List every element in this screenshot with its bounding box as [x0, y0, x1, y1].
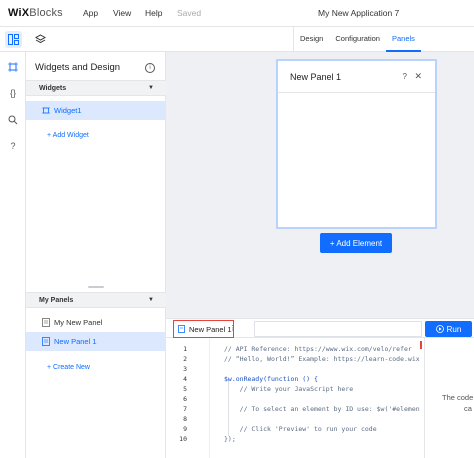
line-number: 5	[183, 385, 187, 393]
rail-code-button[interactable]: {}	[5, 85, 21, 101]
add-widget-link[interactable]: + Add Widget	[47, 132, 89, 139]
line-number: 3	[183, 365, 187, 373]
line-number: 4	[183, 375, 187, 383]
side-panel-text: The code	[442, 393, 474, 402]
code-line: });	[224, 435, 236, 443]
widget-frame-icon	[8, 62, 18, 72]
info-icon[interactable]: i	[145, 63, 155, 73]
layout-icon	[8, 34, 19, 45]
tab-panels[interactable]: Panels	[385, 27, 421, 52]
panel-title: Widgets and Design	[35, 62, 121, 73]
widgets-section-header[interactable]: Widgets ▼	[26, 80, 166, 96]
panel-item-label: My New Panel	[54, 318, 103, 327]
rail-widgets-button[interactable]	[5, 59, 21, 75]
panel-item-new-panel-1[interactable]: New Panel 1	[26, 332, 166, 351]
side-panel-text: ca	[464, 404, 472, 413]
help-icon[interactable]: ?	[403, 72, 407, 81]
code-file-tab-label: New Panel 1	[189, 325, 232, 334]
widget-frame-icon	[42, 107, 50, 114]
layers-icon	[35, 34, 46, 44]
left-icon-rail: {} ?	[0, 52, 26, 458]
search-icon	[8, 115, 18, 125]
code-line: // Click 'Preview' to run your code	[224, 425, 377, 433]
chevron-down-icon: ▼	[148, 297, 154, 303]
menu-help[interactable]: Help	[145, 8, 162, 18]
layers-button[interactable]	[32, 31, 49, 48]
line-number: 10	[179, 435, 187, 443]
add-element-button[interactable]: + Add Element	[320, 233, 392, 253]
section-resize-handle[interactable]	[88, 286, 104, 288]
chevron-down-icon: ▼	[148, 85, 154, 91]
line-number: 2	[183, 355, 187, 363]
code-line: // Write your JavaScript here	[224, 385, 354, 393]
rail-search-button[interactable]	[5, 112, 21, 128]
widgets-panel-toggle[interactable]	[5, 31, 22, 48]
panel-item-my-new-panel[interactable]: My New Panel	[26, 313, 166, 332]
code-side-panel: The code ca	[424, 338, 474, 458]
code-braces-icon: {}	[9, 88, 16, 98]
code-editor[interactable]: 1 2 3 4 5 6 7 8 9 10 // API Reference: h…	[166, 338, 424, 458]
line-number: 9	[183, 425, 187, 433]
panel-file-icon	[42, 337, 50, 346]
play-icon	[435, 325, 444, 333]
code-line: // API Reference: https://www.wix.com/ve…	[224, 345, 412, 353]
line-number: 7	[183, 405, 187, 413]
widgets-section-label: Widgets	[39, 85, 67, 92]
panel-item-label: New Panel 1	[54, 337, 97, 346]
editor-tabs: Design Configuration Panels	[293, 27, 421, 52]
wix-blocks-logo[interactable]: WiXBlocks	[8, 7, 63, 19]
app-title[interactable]: My New Application 7	[318, 8, 399, 18]
menu-app[interactable]: App	[83, 8, 98, 18]
panel-preview[interactable]: New Panel 1 ? ✕	[276, 59, 437, 229]
panel-preview-title: New Panel 1	[290, 72, 342, 82]
panel-header-divider	[278, 92, 435, 93]
create-new-panel-link[interactable]: + Create New	[47, 364, 90, 371]
widget-item-widget1[interactable]: Widget1	[26, 101, 166, 120]
code-line: $w.onReady(function () {	[224, 375, 318, 383]
line-number-gutter: 1 2 3 4 5 6 7 8 9 10	[166, 338, 210, 458]
design-canvas[interactable]: New Panel 1 ? ✕ + Add Element	[166, 52, 474, 318]
widgets-and-design-panel: Widgets and Design i Widgets ▼ Widget1 +…	[26, 52, 166, 458]
rail-help-button[interactable]: ?	[5, 138, 21, 154]
line-number: 6	[183, 395, 187, 403]
tab-design[interactable]: Design	[294, 27, 329, 52]
code-file-tab[interactable]: New Panel 1 ⋮	[173, 320, 236, 338]
code-search-input[interactable]	[254, 321, 422, 337]
saved-status: Saved	[177, 8, 202, 18]
code-error-marker	[420, 341, 422, 349]
code-line: // To select an element by ID use: $w('#…	[224, 405, 420, 413]
close-icon[interactable]: ✕	[414, 71, 422, 82]
top-bar: WiXBlocks App View Help Saved My New App…	[0, 0, 474, 27]
menu-view[interactable]: View	[113, 8, 131, 18]
code-editor-toolbar: New Panel 1 ⋮ Run	[166, 318, 474, 338]
more-icon[interactable]: ⋮	[229, 324, 236, 332]
run-button-label: Run	[446, 324, 462, 334]
tab-configuration[interactable]: Configuration	[329, 27, 386, 52]
my-panels-section-label: My Panels	[39, 297, 74, 304]
line-number: 8	[183, 415, 187, 423]
panel-file-icon	[42, 318, 50, 327]
widget-item-label: Widget1	[54, 106, 82, 115]
code-line: // “Hello, World!” Example: https://lear…	[224, 355, 420, 363]
line-number: 1	[183, 345, 187, 353]
help-icon: ?	[10, 141, 16, 151]
toolbar: Design Configuration Panels	[0, 27, 474, 52]
run-button[interactable]: Run	[425, 321, 472, 337]
my-panels-section-header[interactable]: My Panels ▼	[26, 292, 166, 308]
file-icon	[178, 325, 185, 333]
